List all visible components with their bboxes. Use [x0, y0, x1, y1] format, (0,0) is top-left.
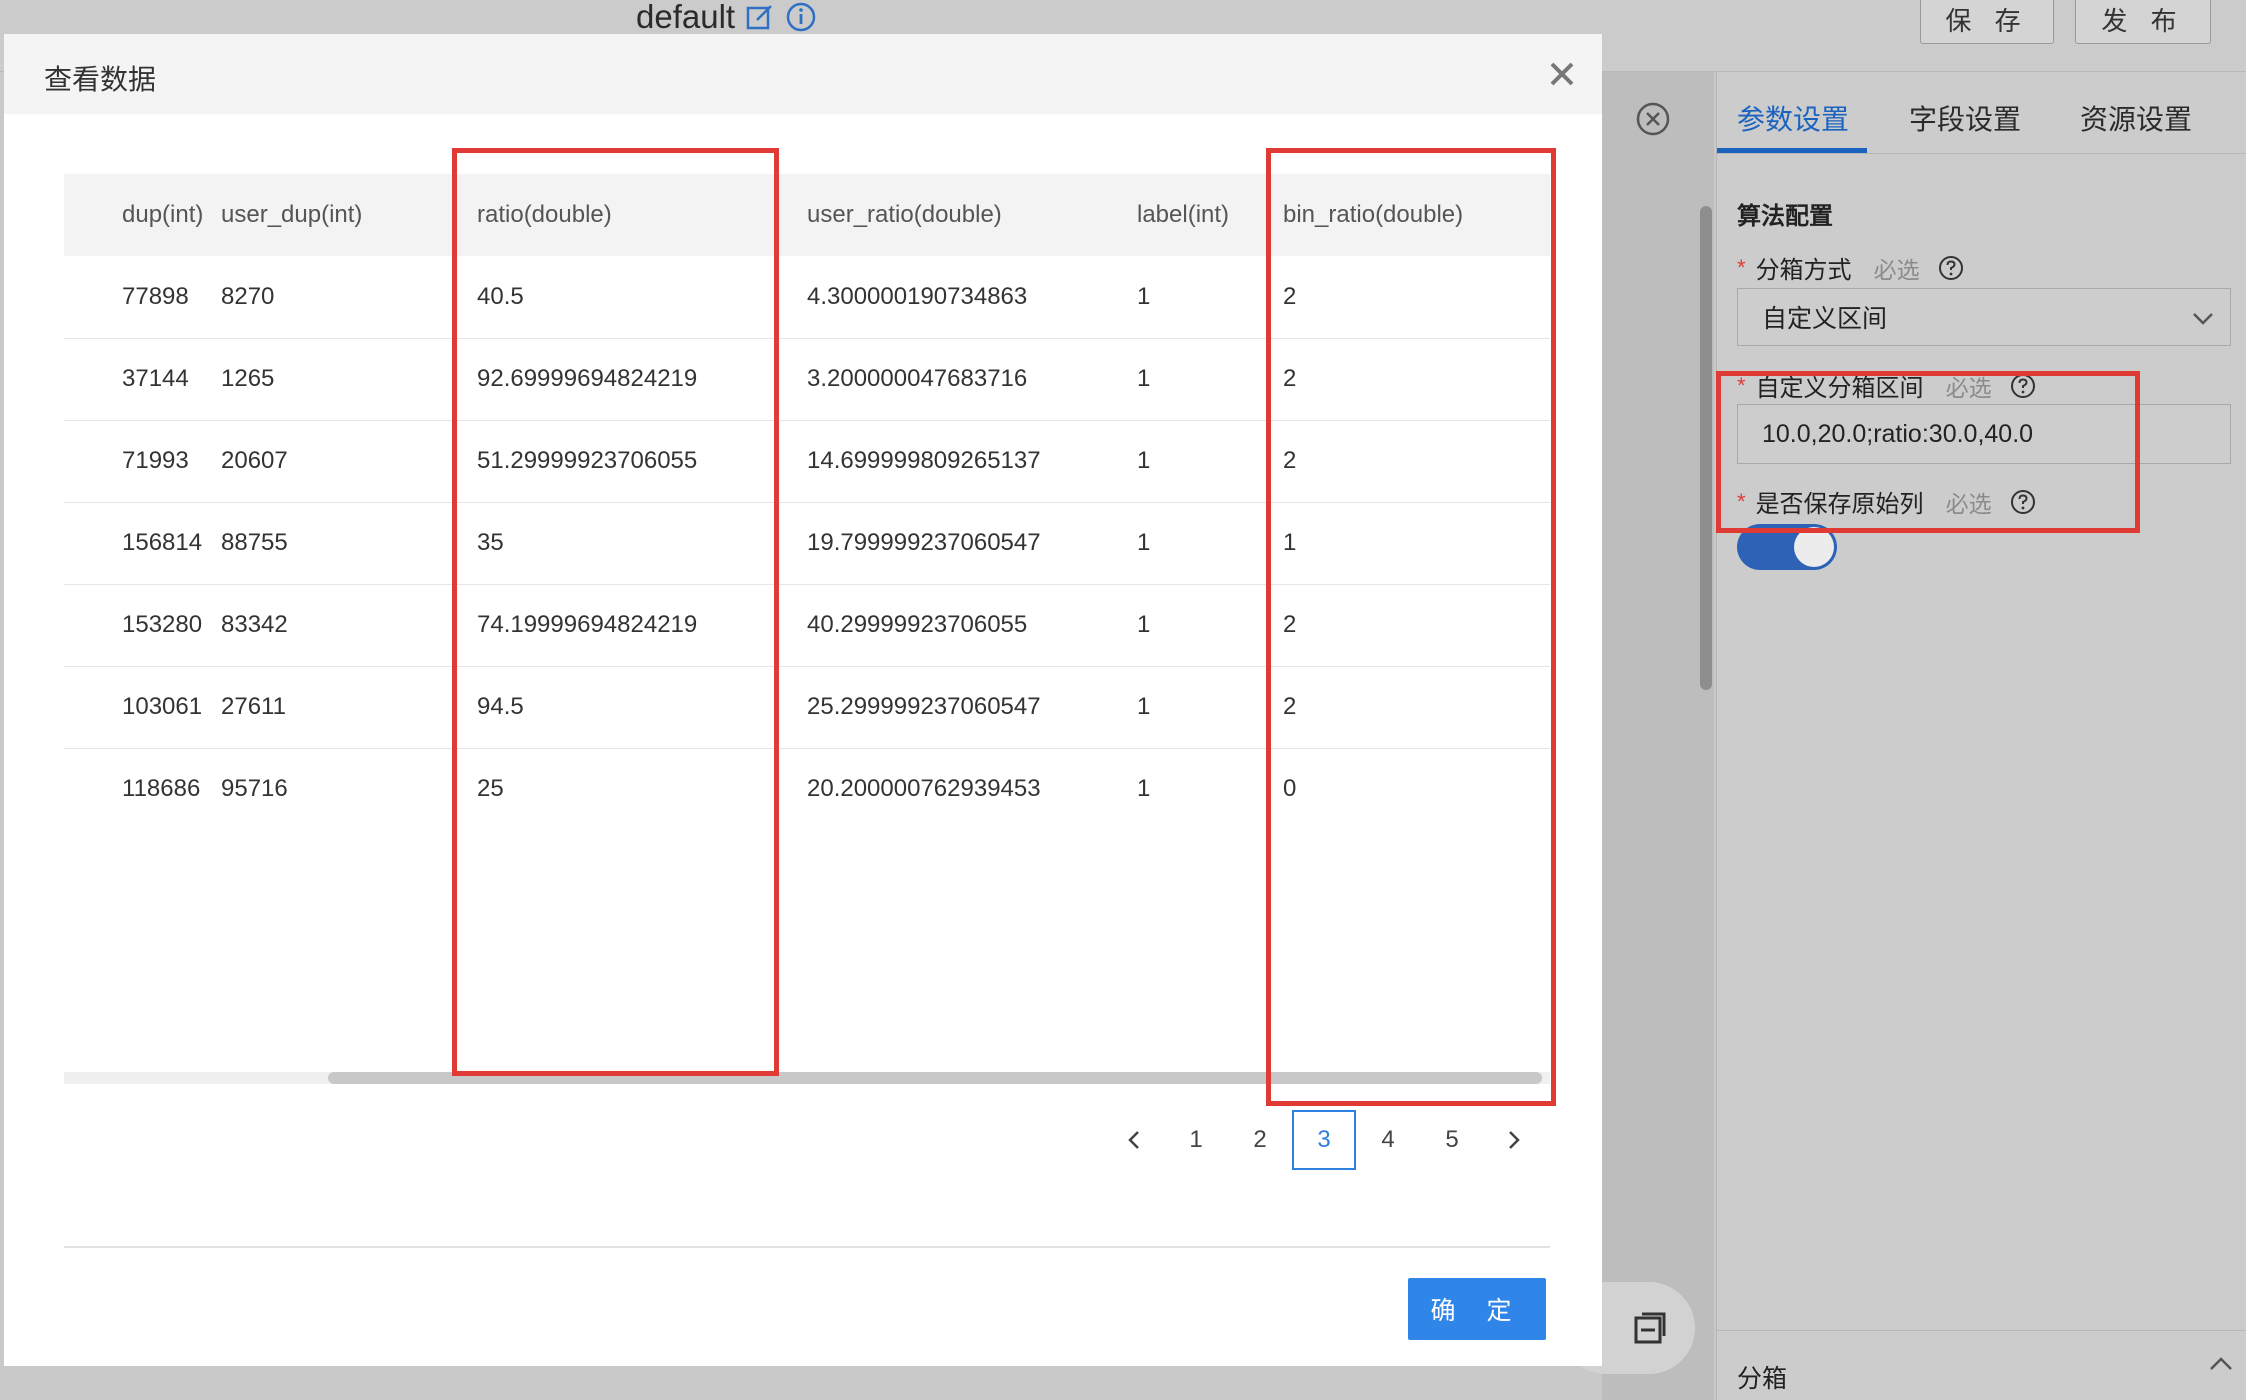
table-cell: 83342 — [221, 584, 439, 667]
column-header: label(int) — [1099, 174, 1265, 256]
toggle-knob — [1794, 527, 1834, 567]
table-cell: 1 — [1099, 420, 1265, 503]
chevron-right-icon — [1509, 1131, 1520, 1149]
next-page-button[interactable] — [1484, 1110, 1544, 1170]
binning-method-label-text: 分箱方式 — [1755, 257, 1852, 284]
info-icon[interactable] — [785, 1, 817, 33]
table-cell: 1 — [1099, 748, 1265, 826]
publish-button[interactable]: 发 布 — [2075, 0, 2211, 44]
tab-parameter-settings[interactable]: 参数设置 — [1737, 98, 1849, 138]
pagination: 1 2 3 4 5 — [1104, 1110, 1544, 1170]
page-3-button[interactable]: 3 — [1292, 1110, 1356, 1170]
table-cell: 8270 — [221, 256, 439, 339]
table-cell: 1 — [1099, 256, 1265, 339]
highlight-box — [1266, 148, 1556, 1106]
table-cell: 1 — [1099, 502, 1265, 585]
table-cell: 118686 — [64, 748, 221, 826]
table-cell: 4.300000190734863 — [769, 256, 1099, 339]
binning-section-header[interactable]: 分箱 — [1717, 1330, 2246, 1400]
confirm-button[interactable]: 确 定 — [1408, 1278, 1546, 1340]
table-cell: 37144 — [64, 338, 221, 421]
tab-resource-settings[interactable]: 资源设置 — [2080, 98, 2192, 138]
table-cell: 153280 — [64, 584, 221, 667]
table-cell: 27611 — [221, 666, 439, 749]
required-hint: 必选 — [1873, 256, 1920, 283]
table-cell: 1 — [1099, 666, 1265, 749]
table-cell: 1 — [1099, 338, 1265, 421]
required-star: * — [1737, 254, 1746, 280]
active-tab-indicator — [1717, 148, 1867, 153]
chevron-up-icon[interactable] — [2207, 1351, 2235, 1379]
settings-panel: 参数设置 字段设置 资源设置 算法配置 * 分箱方式 必选 自定义区间 * 自定… — [1716, 72, 2246, 1400]
edit-icon[interactable] — [745, 2, 775, 32]
table-cell: 88755 — [221, 502, 439, 585]
highlight-box — [452, 148, 779, 1076]
table-cell: 103061 — [64, 666, 221, 749]
column-header: user_ratio(double) — [769, 174, 1099, 256]
table-cell: 40.29999923706055 — [769, 584, 1099, 667]
table-cell: 19.799999237060547 — [769, 502, 1099, 585]
binning-method-label: * 分箱方式 必选 — [1737, 250, 1964, 285]
table-cell: 1 — [1099, 584, 1265, 667]
panel-tabs: 参数设置 字段设置 资源设置 — [1717, 72, 2246, 154]
dialog-title: 查看数据 — [44, 64, 157, 95]
close-circle-icon[interactable] — [1636, 102, 1670, 136]
chevron-left-icon — [1128, 1131, 1139, 1149]
dialog-header: 查看数据 — [4, 34, 1602, 114]
column-header: dup(int) — [64, 174, 221, 256]
binning-method-value: 自定义区间 — [1762, 305, 1888, 333]
save-button[interactable]: 保 存 — [1920, 0, 2054, 44]
page-1-button[interactable]: 1 — [1164, 1110, 1228, 1170]
close-icon[interactable] — [1544, 56, 1580, 92]
binning-method-select[interactable]: 自定义区间 — [1737, 288, 2231, 346]
table-cell: 25.299999237060547 — [769, 666, 1099, 749]
doc-title-area: default — [636, 0, 817, 34]
table-cell: 14.699999809265137 — [769, 420, 1099, 503]
page-5-button[interactable]: 5 — [1420, 1110, 1484, 1170]
chevron-down-icon — [2193, 313, 2213, 325]
column-header: user_dup(int) — [221, 174, 439, 256]
binning-section-label: 分箱 — [1737, 1365, 1788, 1393]
canvas-area — [1602, 72, 1714, 1400]
doc-title: default — [636, 0, 736, 35]
table-cell: 71993 — [64, 420, 221, 503]
table-cell: 95716 — [221, 748, 439, 826]
table-cell: 1265 — [221, 338, 439, 421]
page-2-button[interactable]: 2 — [1228, 1110, 1292, 1170]
help-icon[interactable] — [1938, 255, 1964, 281]
page-4-button[interactable]: 4 — [1356, 1110, 1420, 1170]
vertical-scrollbar[interactable] — [1700, 206, 1712, 690]
table-cell: 20607 — [221, 420, 439, 503]
table-cell: 156814 — [64, 502, 221, 585]
tab-field-settings[interactable]: 字段设置 — [1909, 98, 2021, 138]
dialog-divider — [64, 1246, 1550, 1248]
section-title: 算法配置 — [1737, 203, 1833, 230]
table-cell: 3.200000047683716 — [769, 338, 1099, 421]
table-cell: 77898 — [64, 256, 221, 339]
highlight-box — [1716, 371, 2140, 533]
prev-page-button[interactable] — [1104, 1110, 1164, 1170]
minimap-icon[interactable] — [1632, 1310, 1668, 1346]
table-cell: 20.200000762939453 — [769, 748, 1099, 826]
